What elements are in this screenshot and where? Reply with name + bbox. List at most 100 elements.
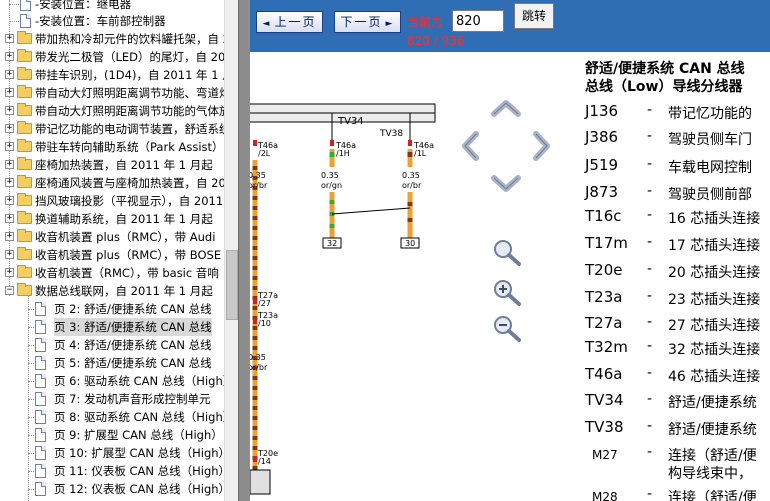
tree-page[interactable]: 页 4: 舒适/便捷系统 CAN 总线 [0,336,224,354]
expand-icon[interactable]: + [5,196,14,205]
expand-icon[interactable]: + [5,178,14,187]
folder-icon [17,103,32,116]
folder-icon [17,175,32,188]
page-counter: 820 / 936 [407,34,465,48]
tree-page[interactable]: 页 2: 舒适/便捷系统 CAN 总线 [0,300,224,318]
bus-label: TV34 [337,116,364,127]
legend-item: J873 - 驾驶员侧前部 [585,183,752,203]
tree-folder[interactable]: + 带驻车转向辅助系统（Park Assist） [0,138,224,156]
legend-item: J519 - 车载电网控制 [585,156,752,176]
expand-icon[interactable]: + [5,214,14,223]
tree-folder[interactable]: + 带挂车识别，(1D4)，自 2011 年 1 月起 [0,66,224,84]
tree-folder[interactable]: + 换道辅助系统，自 2011 年 1 月起 [0,210,224,228]
terminal-number: 32 [327,239,337,248]
wire-color: or/br [402,181,422,190]
tree-page[interactable]: 页 11: 仪表板 CAN 总线（High） [0,462,224,480]
tree-page[interactable]: 页 12: 仪表板 CAN 总线（High） [0,480,224,498]
expand-icon[interactable]: + [5,124,14,133]
tree-scrollbar-thumb[interactable] [226,250,238,320]
jump-button[interactable]: 跳转 [514,3,554,29]
tree-page-selected[interactable]: 页 3: 舒适/便捷系统 CAN 总线 [0,318,224,336]
tree-page[interactable]: 页 8: 驱动系统 CAN 总线（High） [0,408,224,426]
wire-size: 0.35 [250,353,266,362]
prev-page-button[interactable]: ◄ 上一页 [256,11,323,33]
tree-scrollbar[interactable] [224,0,238,501]
collapse-icon[interactable]: − [5,286,14,295]
tree-folder[interactable]: + 挡风玻璃投影（平视显示），自 2011 年 [0,192,224,210]
folder-icon [17,247,32,260]
legend-item: T46a - 46 芯插头连接 [585,365,761,385]
next-arrow-icon: ► [385,19,395,29]
chevron-down-icon[interactable] [491,175,521,192]
folder-icon [17,157,32,170]
wire-color: or/br [250,181,268,190]
legend-item: T20e - 20 芯插头连接 [585,261,761,281]
folder-icon [17,193,32,206]
tree-page[interactable]: 页 9: 扩展型 CAN 总线（High） [0,426,224,444]
magnifier-icon[interactable] [492,238,524,266]
tree-folder[interactable]: + 带加热和冷却元件的饮料罐托架，自 2011 [0,30,224,48]
folder-icon [17,211,32,224]
expand-icon[interactable]: + [5,88,14,97]
tree-folder-expanded[interactable]: − 数据总线联网，自 2011 年 1 月起 [0,282,224,300]
expand-icon[interactable]: + [5,232,14,241]
expand-icon[interactable]: + [5,106,14,115]
legend-item: T32m - 32 芯插头连接 [585,338,761,358]
connector-pin [253,318,257,324]
expand-icon[interactable]: + [5,268,14,277]
zoom-in-icon[interactable] [492,278,524,306]
wiring-diagram: TV34 TV38 T46a /2L 0.35 or/br T46a /1H 0… [250,103,436,495]
expand-icon[interactable]: + [5,160,14,169]
page-icon [35,374,46,388]
tree-folder[interactable]: + 带记忆功能的电动调节装置，舒适系统 [0,120,224,138]
tree-folder[interactable]: + 带自动大灯照明距离调节功能的气体放电 [0,102,224,120]
page-icon [35,428,46,442]
tree-page[interactable]: 页 7: 发动机声音形成控制单元 [0,390,224,408]
wire-size: 0.35 [321,171,339,180]
expand-icon[interactable]: + [5,250,14,259]
expand-icon[interactable]: + [5,52,14,61]
page-icon [20,0,31,11]
legend-item: M28 - 连接（舒适/便 [592,486,757,501]
tree-page[interactable]: 页 5: 舒适/便捷系统 CAN 总线 [0,354,224,372]
folder-icon [17,121,32,134]
chevron-left-icon[interactable] [462,131,479,161]
tree-page[interactable]: 页 10: 扩展型 CAN 总线（High） [0,444,224,462]
next-page-button[interactable]: 下一页 ► [334,11,401,33]
tree-folder[interactable]: + 收音机装置 plus（RMC），带 BOSE [0,246,224,264]
document-viewer[interactable]: TV34 TV38 T46a /2L 0.35 or/br T46a /1H 0… [250,52,770,501]
legend-item: T23a - 23 芯插头连接 [585,288,761,308]
page-icon [35,446,46,460]
connector-label: /14 [258,457,271,466]
expand-icon[interactable]: + [5,34,14,43]
tree-item[interactable]: -安装位置：车前部控制器 [0,12,224,30]
tree-folder[interactable]: + 座椅通风装置与座椅加热装置，自 2011 [0,174,224,192]
page-number-input[interactable] [452,10,504,32]
page-icon [35,302,46,316]
tree-folder[interactable]: + 收音机装置（RMC），带 basic 音响 [0,264,224,282]
tree-page[interactable]: 页 6: 驱动系统 CAN 总线（High） [0,372,224,390]
legend-item: M27 - 连接（舒适/便 构导线束中， [592,444,757,482]
tree-folder[interactable]: + 座椅加热装置，自 2011 年 1 月起 [0,156,224,174]
prev-arrow-icon: ◄ [262,19,272,29]
folder-icon [17,265,32,278]
app-window: -安装位置：继电器 -安装位置：车前部控制器 + 带加热和冷却元件的饮料罐托架，… [0,0,770,501]
chevron-right-icon[interactable] [533,131,550,161]
page-icon [35,482,46,496]
tree-folder[interactable]: + 收音机装置 plus（RMC），带 Audi [0,228,224,246]
page-icon [35,410,46,424]
connector-pin [330,140,334,146]
expand-icon[interactable]: + [5,142,14,151]
wire-color: or/gn [321,181,342,190]
folder-icon [17,49,32,62]
tree-folder[interactable]: + 带自动大灯照明距离调节功能、弯道灯 [0,84,224,102]
chevron-up-icon[interactable] [491,100,521,117]
page-icon [35,356,46,370]
folder-icon [17,85,32,98]
zoom-out-icon[interactable] [492,314,524,342]
panel-splitter[interactable] [238,0,250,501]
pan-controls [462,100,550,192]
expand-icon[interactable]: + [5,70,14,79]
tree-folder[interactable]: + 带发光二极管（LED）的尾灯，自 2011 年 1 [0,48,224,66]
wire-pin: /1H [336,149,350,158]
